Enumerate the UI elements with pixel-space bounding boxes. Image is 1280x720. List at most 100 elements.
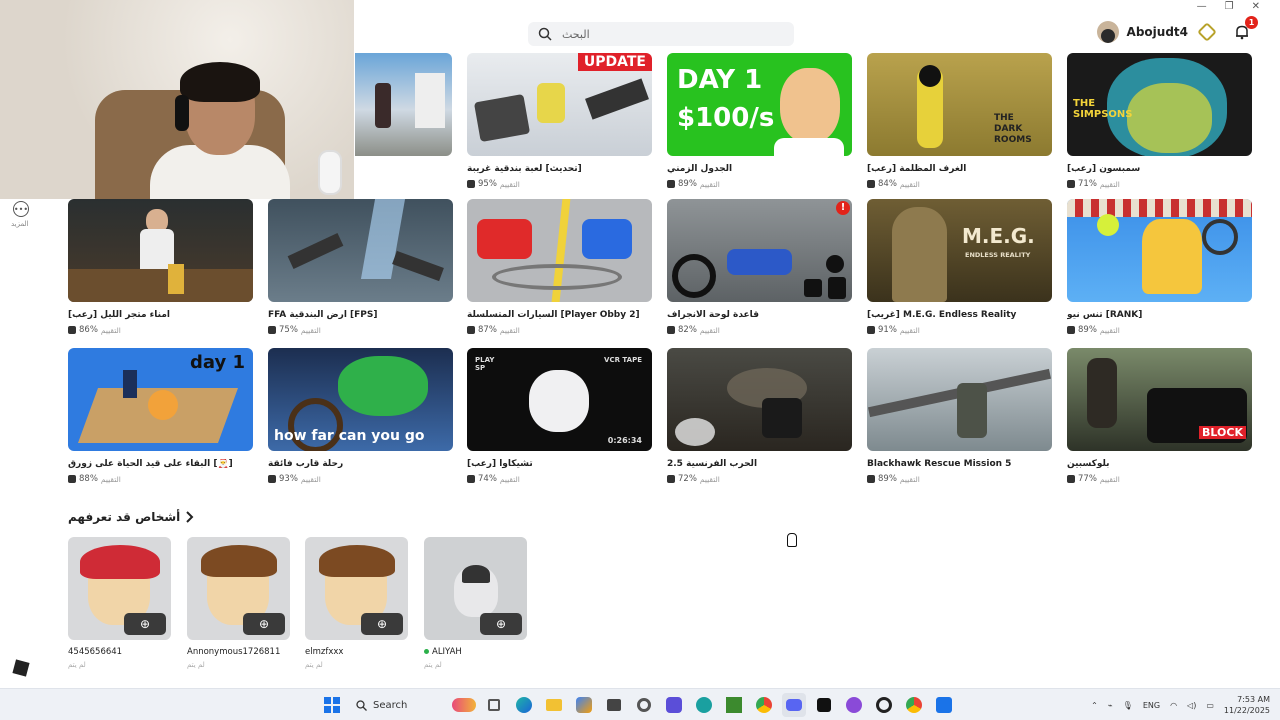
file-explorer-icon[interactable] xyxy=(542,693,566,717)
friend-avatar[interactable]: ⊕ xyxy=(68,537,171,640)
game-tile[interactable]: THE SIMPSONS سمبسون [رعب] 71% التقييم xyxy=(1067,53,1252,189)
game-thumbnail[interactable] xyxy=(867,348,1052,451)
taskbar-search[interactable]: Search xyxy=(350,693,446,717)
more-icon[interactable]: ••• xyxy=(13,201,29,217)
game-thumbnail[interactable] xyxy=(667,348,852,451)
game-thumbnail[interactable]: PLAY SP VCR TAPE 0:26:34 xyxy=(467,348,652,451)
game-title[interactable]: الحرب الفرنسية 2.5 xyxy=(667,459,852,469)
game-title[interactable]: [تحديث] لعبة بندقية غريبة xyxy=(467,164,652,174)
game-title[interactable]: Blackhawk Rescue Mission 5 xyxy=(867,459,1052,469)
friend-avatar[interactable]: ⊕ xyxy=(424,537,527,640)
game-tile[interactable]: how far can you go رحلة قارب فائقة 93% ال… xyxy=(268,348,453,484)
network-icon[interactable]: ⌁ xyxy=(1108,701,1113,710)
wifi-icon[interactable]: ◠ xyxy=(1170,701,1177,710)
game-title[interactable]: أمناء متجر الليل [رعب] xyxy=(68,310,253,320)
discord-icon[interactable] xyxy=(782,693,806,717)
microphone-icon[interactable]: 🎙 xyxy=(1123,701,1133,710)
chrome-icon[interactable] xyxy=(752,693,776,717)
user-avatar[interactable] xyxy=(1096,21,1119,43)
game-tile[interactable]: [FPS] أرض البندقية FFA 75% التقييم xyxy=(268,199,453,335)
add-friend-button[interactable]: ⊕ xyxy=(124,613,166,635)
clock-date[interactable]: 11/22/2025 xyxy=(1224,705,1270,716)
taskbar-search-label[interactable]: Search xyxy=(373,700,407,711)
clock-time[interactable]: 7:53 AM xyxy=(1224,694,1270,705)
chrome-profile-icon[interactable] xyxy=(902,693,926,717)
section-title-text[interactable]: أشخاص قد تعرفهم xyxy=(68,510,180,524)
copilot-icon[interactable] xyxy=(572,693,596,717)
minimize-button[interactable]: — xyxy=(1197,0,1207,14)
game-title[interactable]: رحلة قارب فائقة xyxy=(268,459,453,469)
game-tile[interactable]: أمناء متجر الليل [رعب] 86% التقييم xyxy=(68,199,253,335)
friend-card[interactable]: ⊕ ALIYAH لم يتم xyxy=(424,537,527,669)
game-tile[interactable]: الحرب الفرنسية 2.5 72% التقييم xyxy=(667,348,852,484)
start-button[interactable] xyxy=(320,693,344,717)
game-tile[interactable]: day 1 [🎅] البقاء على قيد الحياة على زورق… xyxy=(68,348,253,484)
game-thumbnail[interactable] xyxy=(467,199,652,302)
username[interactable]: Abojudt4 xyxy=(1127,25,1188,39)
game-thumbnail[interactable]: UPDATE xyxy=(467,53,652,156)
game-tile[interactable]: BLOCK بلوكسبين 77% التقييم xyxy=(1067,348,1252,484)
add-friend-button[interactable]: ⊕ xyxy=(480,613,522,635)
vpn-icon[interactable] xyxy=(662,693,686,717)
game-thumbnail[interactable]: THE SIMPSONS xyxy=(1067,53,1252,156)
app-icon[interactable] xyxy=(842,693,866,717)
game-tile[interactable]: [Player Obby 2] السيارات المتسلسلة 87% ال… xyxy=(467,199,652,335)
game-thumbnail[interactable] xyxy=(1067,199,1252,302)
close-button[interactable]: ✕ xyxy=(1252,0,1260,14)
search-bar[interactable]: البحث xyxy=(528,22,794,46)
language-indicator[interactable]: ENG xyxy=(1143,701,1160,710)
friend-avatar[interactable]: ⊕ xyxy=(187,537,290,640)
add-friend-button[interactable]: ⊕ xyxy=(243,613,285,635)
game-title[interactable]: بلوكسبين xyxy=(1067,459,1252,469)
game-title[interactable]: تشيكاوا [رعب] xyxy=(467,459,652,469)
game-title[interactable]: الجدول الزمني xyxy=(667,164,852,174)
game-title[interactable]: [Player Obby 2] السيارات المتسلسلة xyxy=(467,310,652,320)
friend-name[interactable]: ALIYAH xyxy=(424,647,527,657)
user-menu[interactable]: Abojudt4 1 xyxy=(1096,16,1258,43)
obs-icon[interactable] xyxy=(872,693,896,717)
store-icon[interactable] xyxy=(602,693,626,717)
roblox-studio-icon[interactable] xyxy=(932,693,956,717)
game-tile[interactable]: M.E.G. ENDLESS REALITY M.E.G. Endless Re… xyxy=(867,199,1052,335)
roblox-logo-icon[interactable] xyxy=(12,659,30,677)
robux-icon[interactable] xyxy=(1197,22,1217,42)
game-title[interactable]: قاعدة لوحة الانجراف xyxy=(667,310,852,320)
game-thumbnail[interactable]: day 1 xyxy=(68,348,253,451)
game-thumbnail[interactable]: DAY 1 $100/s xyxy=(667,53,852,156)
capcut-icon[interactable] xyxy=(812,693,836,717)
friend-avatar[interactable]: ⊕ xyxy=(305,537,408,640)
game-tile[interactable]: [RANK] تنس نيو 89% التقييم xyxy=(1067,199,1252,335)
game-tile[interactable]: DAY 1 $100/s الجدول الزمني 89% التقييم xyxy=(667,53,852,189)
edge-icon[interactable] xyxy=(512,693,536,717)
task-view-icon[interactable] xyxy=(482,693,506,717)
game-thumbnail[interactable]: ! xyxy=(667,199,852,302)
globe-icon[interactable] xyxy=(692,693,716,717)
game-title[interactable]: الغرف المظلمة [رعب] xyxy=(867,164,1052,174)
game-tile[interactable] xyxy=(355,53,452,156)
game-thumbnail[interactable]: THE DARK ROOMS xyxy=(867,53,1052,156)
game-tile[interactable]: UPDATE [تحديث] لعبة بندقية غريبة 95% التق… xyxy=(467,53,652,189)
friend-name-text[interactable]: ALIYAH xyxy=(432,647,462,657)
restore-button[interactable]: ❐ xyxy=(1225,0,1234,14)
chevron-right-icon[interactable] xyxy=(186,511,194,523)
taskbar-widget[interactable] xyxy=(452,693,476,717)
game-thumbnail[interactable] xyxy=(68,199,253,302)
settings-icon[interactable] xyxy=(632,693,656,717)
friend-card[interactable]: ⊕ elmzfxxx لم يتم xyxy=(305,537,408,669)
minecraft-icon[interactable] xyxy=(722,693,746,717)
volume-icon[interactable]: ◁) xyxy=(1187,701,1196,710)
game-tile[interactable]: Blackhawk Rescue Mission 5 89% التقييم xyxy=(867,348,1052,484)
friend-card[interactable]: ⊕ Annonymous1726811 لم يتم xyxy=(187,537,290,669)
game-thumbnail[interactable] xyxy=(268,199,453,302)
notifications-button[interactable]: 1 xyxy=(1234,16,1258,40)
game-title[interactable]: M.E.G. Endless Reality [غريب] xyxy=(867,310,1052,320)
game-thumbnail[interactable]: M.E.G. ENDLESS REALITY xyxy=(867,199,1052,302)
game-thumbnail[interactable] xyxy=(355,53,452,156)
game-tile[interactable]: PLAY SP VCR TAPE 0:26:34 تشيكاوا [رعب] 7… xyxy=(467,348,652,484)
friend-name[interactable]: 4545656641 xyxy=(68,647,171,657)
add-friend-button[interactable]: ⊕ xyxy=(361,613,403,635)
friend-name[interactable]: elmzfxxx xyxy=(305,647,408,657)
game-title[interactable]: [RANK] تنس نيو xyxy=(1067,310,1252,320)
friend-name[interactable]: Annonymous1726811 xyxy=(187,647,290,657)
chevron-up-icon[interactable]: ⌃ xyxy=(1091,701,1098,710)
